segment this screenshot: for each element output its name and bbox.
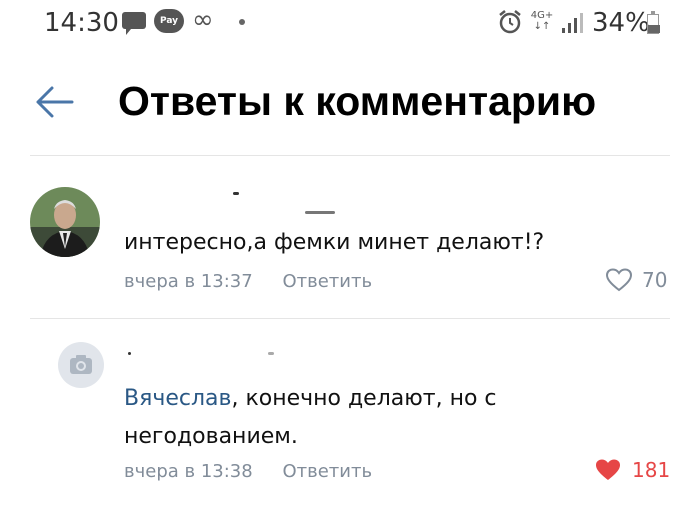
avatar[interactable]	[58, 342, 104, 388]
network-type-icon: 4G+ ↓↑	[530, 10, 554, 32]
page-title: Ответы к комментарию	[118, 78, 597, 124]
comment-timestamp: вчера в 13:38	[124, 461, 253, 482]
like-count: 181	[632, 458, 671, 482]
comment-text: интересно,а фемки минет делают!?	[124, 230, 545, 255]
header-divider	[30, 155, 670, 156]
status-time: 14:30	[44, 8, 119, 38]
author-name-obscured	[268, 352, 274, 355]
more-notifications-icon	[239, 19, 245, 25]
status-bar: 14:30 Pay ∞ 4G+ ↓↑ 34%	[0, 0, 700, 50]
heart-outline-icon	[605, 268, 633, 292]
comment-timestamp: вчера в 13:37	[124, 271, 253, 292]
author-name-obscured	[305, 211, 335, 214]
comment-text: Вячеслав, конечно делают, но с негодован…	[124, 386, 497, 449]
message-notification-icon	[122, 12, 146, 35]
alarm-icon	[497, 9, 523, 39]
mention-link[interactable]: Вячеслав	[124, 386, 231, 411]
battery-percent: 34%	[592, 8, 650, 38]
comment-meta: вчера в 13:38 Ответить	[124, 461, 372, 482]
author-name-obscured	[233, 192, 239, 195]
like-count: 70	[642, 268, 668, 292]
reply-button[interactable]: Ответить	[282, 271, 372, 292]
battery-icon	[647, 11, 660, 34]
pay-notification-icon: Pay	[154, 9, 184, 33]
signal-icon	[562, 12, 584, 38]
comment-divider	[30, 318, 670, 319]
camera-icon	[70, 355, 92, 374]
app-header: Ответы к комментарию	[0, 60, 700, 150]
back-button[interactable]	[30, 82, 80, 122]
like-button[interactable]: 70	[605, 268, 668, 292]
avatar[interactable]	[30, 187, 100, 257]
arrow-left-icon	[36, 86, 74, 118]
comment-meta: вчера в 13:37 Ответить	[124, 271, 372, 292]
infinity-notification-icon: ∞	[192, 5, 214, 35]
heart-filled-icon	[596, 459, 620, 480]
author-name-obscured	[128, 352, 131, 355]
reply-button[interactable]: Ответить	[282, 461, 372, 482]
like-button[interactable]: 181	[594, 458, 670, 482]
